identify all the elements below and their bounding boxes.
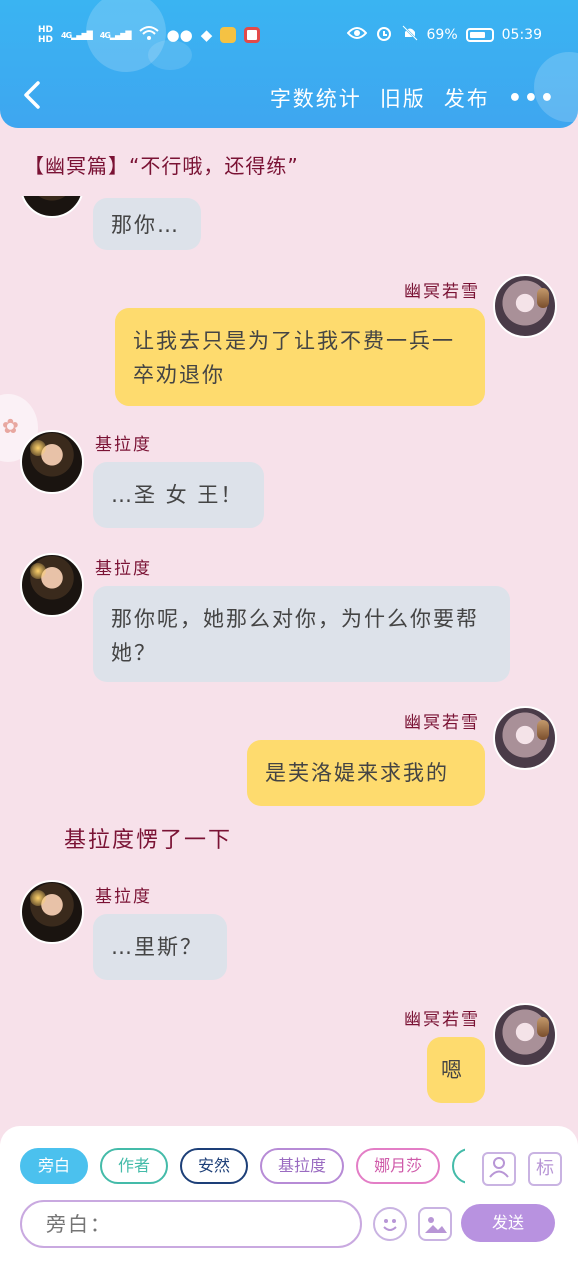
avatar-youming-ruoxue[interactable] xyxy=(493,706,557,770)
old-version-button[interactable]: 旧版 xyxy=(380,83,426,113)
image-button[interactable] xyxy=(418,1207,452,1241)
role-chip-partial[interactable] xyxy=(452,1148,465,1184)
word-count-button[interactable]: 字数统计 xyxy=(270,83,362,113)
message-bubble[interactable]: 那你呢，她那么对你，为什么你要帮她？ xyxy=(93,586,510,682)
network-label: 4G xyxy=(61,30,72,40)
speaker-name: 幽冥若雪 xyxy=(404,713,480,733)
image-icon xyxy=(425,1217,447,1233)
speaker-name: 基拉度 xyxy=(95,559,152,579)
battery-percent: 69% xyxy=(426,27,458,43)
qq-icon: ◆ xyxy=(200,26,213,44)
role-chip-kiradu[interactable]: 基拉度 xyxy=(260,1148,345,1184)
status-bar: HD HD 4G▂▄▆█ 4G▂▄▆█ ●● ◆ 69% 05:39 xyxy=(0,18,578,52)
emoji-button[interactable] xyxy=(373,1207,407,1241)
wechat-icon: ●● xyxy=(166,26,193,44)
role-chip-list: 旁白 作者 安然 基拉度 娜月莎 xyxy=(20,1148,465,1186)
clock-time: 05:39 xyxy=(501,27,542,43)
top-header: HD HD 4G▂▄▆█ 4G▂▄▆█ ●● ◆ 69% 05:39 字数统计 … xyxy=(0,0,578,128)
message-input[interactable] xyxy=(46,1212,336,1236)
signal-icon: 4G▂▄▆█ xyxy=(99,30,132,40)
speaker-name: 幽冥若雪 xyxy=(404,282,480,302)
role-manager-button[interactable] xyxy=(482,1152,516,1186)
role-chip-nayuesha[interactable]: 娜月莎 xyxy=(356,1148,441,1184)
hd-indicator: HD HD xyxy=(38,25,53,45)
role-chip-author[interactable]: 作者 xyxy=(100,1148,169,1184)
speaker-name: 基拉度 xyxy=(95,435,152,455)
smile-icon xyxy=(383,1219,397,1231)
message-input-field[interactable] xyxy=(20,1200,362,1248)
signal-icon: 4G▂▄▆█ xyxy=(61,30,93,40)
publish-button[interactable]: 发布 xyxy=(444,83,490,113)
eye-icon xyxy=(346,26,367,44)
avatar-youming-ruoxue[interactable] xyxy=(493,274,557,338)
hd-label: HD xyxy=(38,35,54,45)
avatar-youming-ruoxue[interactable] xyxy=(493,1003,557,1067)
role-chip-narration[interactable]: 旁白 xyxy=(20,1148,89,1184)
avatar-kiradu[interactable] xyxy=(20,880,84,944)
message-bubble[interactable]: 是芙洛媞来求我的 xyxy=(247,740,485,806)
chapter-title: 【幽冥篇】“不行哦，还得练” xyxy=(24,154,299,178)
network-label: 4G xyxy=(99,30,111,40)
send-button[interactable]: 发送 xyxy=(461,1204,555,1242)
avatar-kiradu[interactable] xyxy=(20,553,84,617)
chevron-left-icon xyxy=(24,81,40,109)
narration-text[interactable]: 基拉度愣了一下 xyxy=(64,822,232,854)
tag-button[interactable]: 标 xyxy=(528,1152,562,1186)
more-menu-button[interactable]: ••• xyxy=(508,86,556,111)
book-app-icon xyxy=(244,27,261,43)
role-chip-anran[interactable]: 安然 xyxy=(180,1148,249,1184)
battery-icon xyxy=(465,28,494,42)
message-bubble[interactable]: 那你… xyxy=(93,198,201,250)
message-bubble[interactable]: 让我去只是为了让我不费一兵一卒劝退你 xyxy=(115,308,485,406)
weibo-icon xyxy=(220,27,237,43)
hd-label: HD xyxy=(38,25,54,35)
person-card-icon xyxy=(489,1157,509,1178)
alarm-icon xyxy=(375,24,393,46)
message-bubble[interactable]: 嗯 xyxy=(427,1037,485,1103)
avatar-kiradu[interactable] xyxy=(20,430,84,494)
message-bubble[interactable]: …里斯？ xyxy=(93,914,227,980)
nav-bar: 字数统计 旧版 发布 ••• xyxy=(0,72,578,124)
message-bubble[interactable]: …圣 女 王！ xyxy=(93,462,264,528)
back-button[interactable] xyxy=(22,80,52,116)
speaker-name: 基拉度 xyxy=(95,887,152,907)
wifi-icon xyxy=(138,25,159,45)
bell-off-icon xyxy=(401,24,419,46)
speaker-name: 幽冥若雪 xyxy=(404,1010,480,1030)
